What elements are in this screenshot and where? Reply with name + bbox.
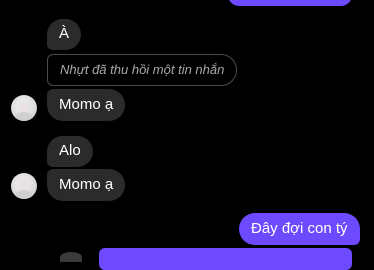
message-text: Momo ạ	[59, 176, 114, 193]
message-bubble-received[interactable]: Momo ạ	[47, 169, 126, 201]
message-bubble-received[interactable]: Alo	[47, 136, 93, 167]
message-text: Momo ạ	[59, 96, 114, 113]
contact-avatar[interactable]	[11, 95, 37, 121]
recalled-message-text: Nhựt đã thu hồi một tin nhắn	[60, 62, 225, 77]
recalled-message-notice[interactable]: Nhựt đã thu hồi một tin nhắn	[47, 54, 238, 86]
message-bubble-received[interactable]: Momo ạ	[47, 89, 126, 121]
avatar-body	[14, 112, 34, 121]
message-text: Alo	[59, 142, 81, 159]
avatar-body	[14, 190, 34, 199]
message-text: À	[59, 25, 70, 42]
message-bubble-sent[interactable]: Đây đợi con tý	[239, 213, 360, 245]
message-bubble-received[interactable]: À	[47, 19, 82, 50]
contact-avatar[interactable]	[11, 173, 37, 199]
sent-bubble-partial-top[interactable]	[228, 0, 352, 6]
sent-bubble-partial-bottom[interactable]	[99, 248, 352, 270]
message-text: Đây đợi con tý	[251, 220, 348, 237]
contact-avatar-partial	[60, 252, 82, 262]
